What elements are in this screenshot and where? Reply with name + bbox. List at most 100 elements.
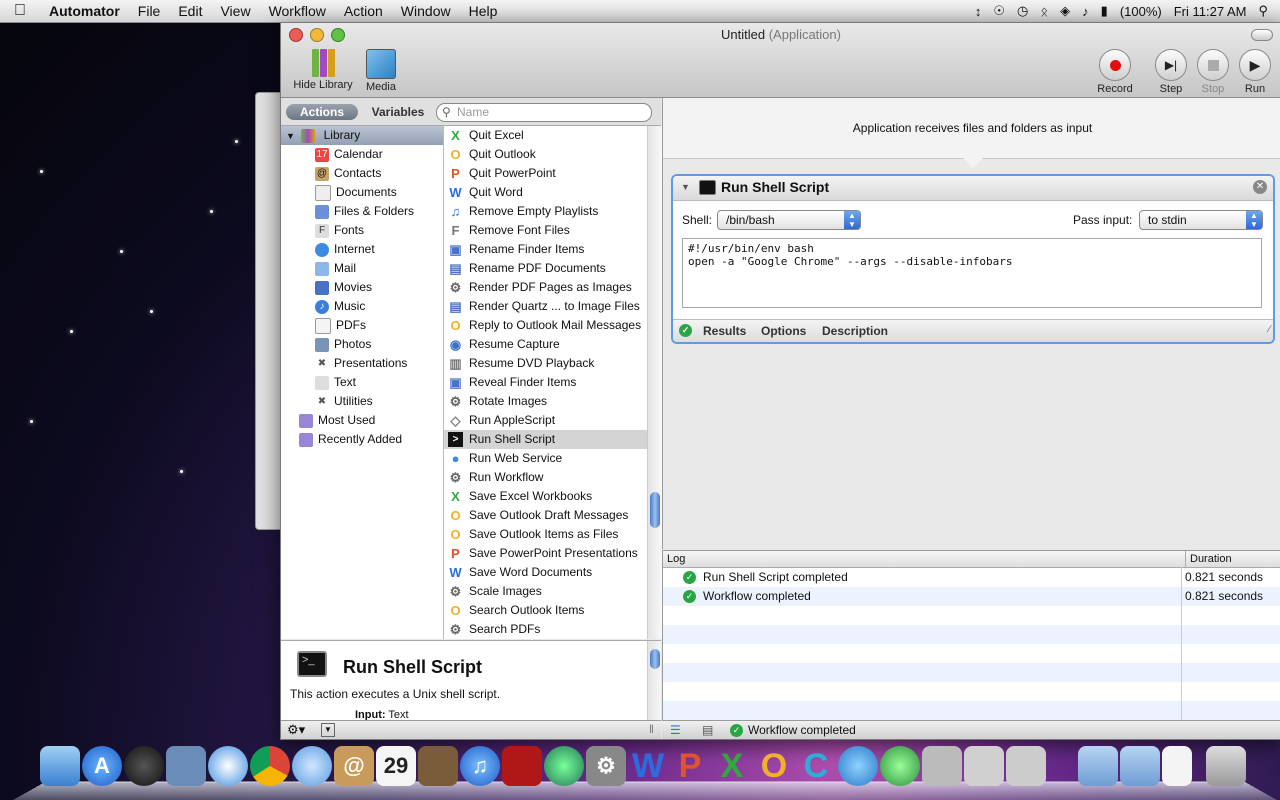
sidebar-item-utilities[interactable]: ✖ Utilities <box>281 392 443 411</box>
powerpoint-icon[interactable]: P <box>670 746 710 786</box>
resize-grip-icon[interactable]: ∕ <box>1268 324 1270 335</box>
iphoto-icon[interactable] <box>418 746 458 786</box>
sidebar-item-files-folders[interactable]: Files & Folders <box>281 202 443 221</box>
tab-variables[interactable]: Variables <box>363 104 433 120</box>
list-view-icon[interactable]: ☰ <box>670 721 681 739</box>
tab-description[interactable]: Description <box>822 324 888 338</box>
communicator-icon[interactable]: C <box>796 746 836 786</box>
split-view-icon[interactable]: ▤ <box>702 721 713 739</box>
sidebar-item-movies[interactable]: Movies <box>281 278 443 297</box>
spotlight-icon[interactable]: ⚲ <box>1252 3 1280 19</box>
actions-scroll-thumb[interactable] <box>650 492 660 528</box>
toolbar-toggle-button[interactable] <box>1251 29 1273 41</box>
search-input[interactable]: ⚲ Name <box>436 103 652 122</box>
clock[interactable]: Fri 11:27 AM <box>1168 4 1253 19</box>
action-list-item[interactable]: ◉ Resume Capture <box>444 335 647 354</box>
action-list-item[interactable]: > Run Shell Script <box>444 430 647 449</box>
sidebar-item-contacts[interactable]: @ Contacts <box>281 164 443 183</box>
action-list-item[interactable]: X Save Excel Workbooks <box>444 487 647 506</box>
pass-input-select[interactable]: to stdin ▲ ▼ <box>1139 210 1263 230</box>
description-scroll-thumb[interactable] <box>650 649 660 669</box>
applications-folder-icon[interactable] <box>1078 746 1118 786</box>
ichat-icon[interactable] <box>292 746 332 786</box>
itunes-icon[interactable]: ♫ <box>460 746 500 786</box>
dashboard-icon[interactable] <box>124 746 164 786</box>
sidebar-item-calendar[interactable]: 17 Calendar <box>281 145 443 164</box>
battery-icon[interactable]: ▮ <box>1095 3 1114 19</box>
action-list-item[interactable]: ⚙ Run Workflow <box>444 468 647 487</box>
menu-action[interactable]: Action <box>335 3 392 19</box>
run-shell-script-action[interactable]: ▼ Run Shell Script ✕ Shell: /bin/bash ▲ ▼… <box>671 174 1275 344</box>
document-stack-icon[interactable] <box>1162 746 1192 786</box>
menu-edit[interactable]: Edit <box>169 3 211 19</box>
excel-icon[interactable]: X <box>712 746 752 786</box>
menu-workflow[interactable]: Workflow <box>260 3 335 19</box>
step-button[interactable]: ▶| Step <box>1153 49 1189 95</box>
action-header[interactable]: ▼ Run Shell Script ✕ <box>673 176 1273 201</box>
gear-icon[interactable]: ⚙▾ <box>287 722 305 738</box>
action-list-item[interactable]: F Remove Font Files <box>444 221 647 240</box>
workflow-area[interactable]: Application receives files and folders a… <box>662 98 1280 549</box>
trash-icon[interactable] <box>1206 746 1246 786</box>
menu-help[interactable]: Help <box>460 3 507 19</box>
sidebar-item-presentations[interactable]: ✖ Presentations <box>281 354 443 373</box>
record-button[interactable]: Record <box>1092 49 1138 95</box>
duration-column-header[interactable]: Duration <box>1185 551 1232 567</box>
action-list-item[interactable]: O Save Outlook Draft Messages <box>444 506 647 525</box>
library-header[interactable]: ▼ Library <box>281 126 443 145</box>
run-button[interactable]: ▶ Run <box>1237 49 1273 95</box>
action-list-item[interactable]: ▤ Render Quartz ... to Image Files <box>444 297 647 316</box>
documents-folder-icon[interactable] <box>1120 746 1160 786</box>
action-list-item[interactable]: ▤ Rename PDF Documents <box>444 259 647 278</box>
action-list-item[interactable]: ⚙ Render PDF Pages as Images <box>444 278 647 297</box>
tab-options[interactable]: Options <box>761 324 806 338</box>
chrome-icon[interactable] <box>250 746 290 786</box>
sidebar-item-mail[interactable]: Mail <box>281 259 443 278</box>
system-preferences-icon[interactable]: ⚙ <box>586 746 626 786</box>
media-button[interactable]: Media <box>363 49 399 93</box>
hide-library-button[interactable]: Hide Library <box>289 49 357 91</box>
splitter-handle-icon[interactable]: ‖ <box>649 722 654 736</box>
tab-actions[interactable]: Actions <box>286 104 358 120</box>
sidebar-item-most-used[interactable]: Most Used <box>281 411 443 430</box>
network-icon[interactable] <box>922 746 962 786</box>
automator-icon[interactable] <box>1006 746 1046 786</box>
time-machine-icon[interactable] <box>544 746 584 786</box>
close-icon[interactable]: ✕ <box>1253 180 1267 194</box>
menu-app-name[interactable]: Automator <box>40 3 129 19</box>
log-row[interactable]: ✓ Workflow completed 0.821 seconds <box>663 587 1280 606</box>
app-store-icon[interactable]: A <box>82 746 122 786</box>
utility-icon[interactable] <box>964 746 1004 786</box>
ical-icon[interactable]: 29 <box>376 746 416 786</box>
apple-icon[interactable]:  <box>0 2 40 20</box>
show-description-icon[interactable]: ▼ <box>321 723 335 737</box>
accessibility-icon[interactable]: ☉ <box>987 3 1011 19</box>
menu-file[interactable]: File <box>129 3 170 19</box>
action-list-item[interactable]: O Quit Outlook <box>444 145 647 164</box>
mail-icon[interactable] <box>166 746 206 786</box>
action-list-item[interactable]: ● Run Web Service <box>444 449 647 468</box>
action-list-item[interactable]: O Search Outlook Items <box>444 601 647 620</box>
action-list-item[interactable]: W Quit Word <box>444 183 647 202</box>
action-list-item[interactable]: ♫ Remove Empty Playlists <box>444 202 647 221</box>
word-icon[interactable]: W <box>628 746 668 786</box>
stop-button[interactable]: Stop <box>1195 49 1231 95</box>
action-list-item[interactable]: ▥ Resume DVD Playback <box>444 354 647 373</box>
remote-desktop-icon[interactable] <box>880 746 920 786</box>
outlook-icon[interactable]: O <box>754 746 794 786</box>
wifi-icon[interactable]: ◈ <box>1054 3 1076 19</box>
action-list-item[interactable]: O Reply to Outlook Mail Messages <box>444 316 647 335</box>
sidebar-item-fonts[interactable]: F Fonts <box>281 221 443 240</box>
action-list-item[interactable]: ▣ Reveal Finder Items <box>444 373 647 392</box>
description-scrollbar[interactable] <box>647 641 661 721</box>
sidebar-item-photos[interactable]: Photos <box>281 335 443 354</box>
action-list-item[interactable]: ⚙ Scale Images <box>444 582 647 601</box>
sidebar-item-music[interactable]: ♪ Music <box>281 297 443 316</box>
action-list-item[interactable]: ⚙ Search PDFs <box>444 620 647 639</box>
script-editor[interactable]: #!/usr/bin/env bash open -a "Google Chrom… <box>682 238 1262 308</box>
action-list-item[interactable]: ⚙ Rotate Images <box>444 392 647 411</box>
safari-icon[interactable] <box>208 746 248 786</box>
sidebar-item-recently-added[interactable]: Recently Added <box>281 430 443 449</box>
action-list-item[interactable]: W Save Word Documents <box>444 563 647 582</box>
sidebar-item-internet[interactable]: Internet <box>281 240 443 259</box>
